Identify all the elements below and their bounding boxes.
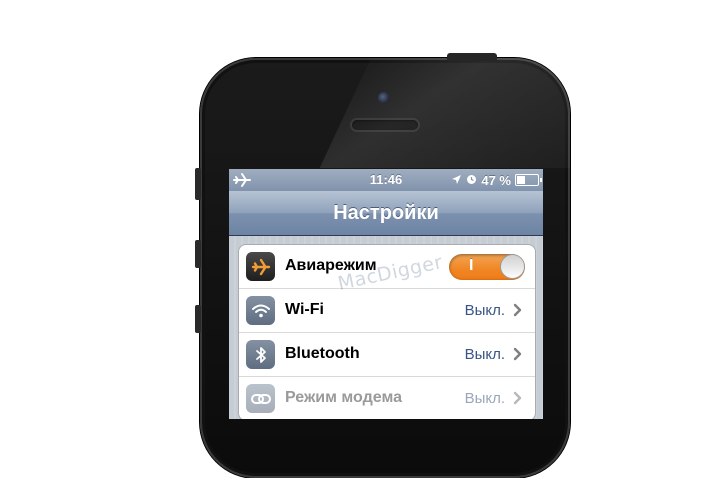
- settings-row-value: Выкл.: [464, 302, 505, 319]
- alarm-clock-icon: [466, 173, 477, 188]
- navigation-bar: Настройки: [229, 191, 543, 236]
- settings-row-wifi[interactable]: Wi-Fi Выкл.: [239, 289, 535, 333]
- settings-row-bluetooth[interactable]: Bluetooth Выкл.: [239, 333, 535, 377]
- volume-up-button: [195, 240, 201, 268]
- battery-percent: 47 %: [481, 172, 511, 188]
- location-arrow-icon: [451, 173, 462, 188]
- page-title: Настройки: [333, 202, 439, 224]
- settings-row-value: Выкл.: [464, 390, 505, 407]
- airplane-mode-toggle[interactable]: I: [449, 254, 525, 280]
- settings-row-value: Выкл.: [464, 346, 505, 363]
- chevron-right-icon: [512, 347, 524, 361]
- earpiece-speaker: [352, 120, 418, 130]
- toggle-on-text: I: [469, 257, 474, 274]
- wifi-icon: [246, 296, 275, 325]
- airplane-icon: [246, 252, 275, 281]
- settings-row-personal-hotspot[interactable]: Режим модема Выкл.: [239, 377, 535, 419]
- phone-screen: 11:46 47 % Настройки Авиарежим I Wi-Fi В…: [229, 169, 543, 419]
- settings-row-label: Bluetooth: [285, 345, 360, 362]
- battery-level-fill: [517, 176, 525, 184]
- settings-row-label: Режим модема: [285, 389, 402, 406]
- status-right-group: 47 %: [451, 171, 542, 189]
- chevron-right-icon: [512, 303, 524, 317]
- bluetooth-icon: [246, 340, 275, 369]
- volume-down-button: [195, 305, 201, 333]
- settings-row-label: Wi-Fi: [285, 301, 324, 318]
- battery-icon: [515, 174, 542, 186]
- chain-link-icon: [246, 384, 275, 413]
- status-bar: 11:46 47 %: [229, 169, 543, 191]
- mute-switch: [195, 168, 201, 200]
- chevron-right-icon: [512, 391, 524, 405]
- front-camera: [378, 92, 390, 104]
- toggle-knob: [500, 254, 525, 279]
- power-button: [447, 53, 497, 61]
